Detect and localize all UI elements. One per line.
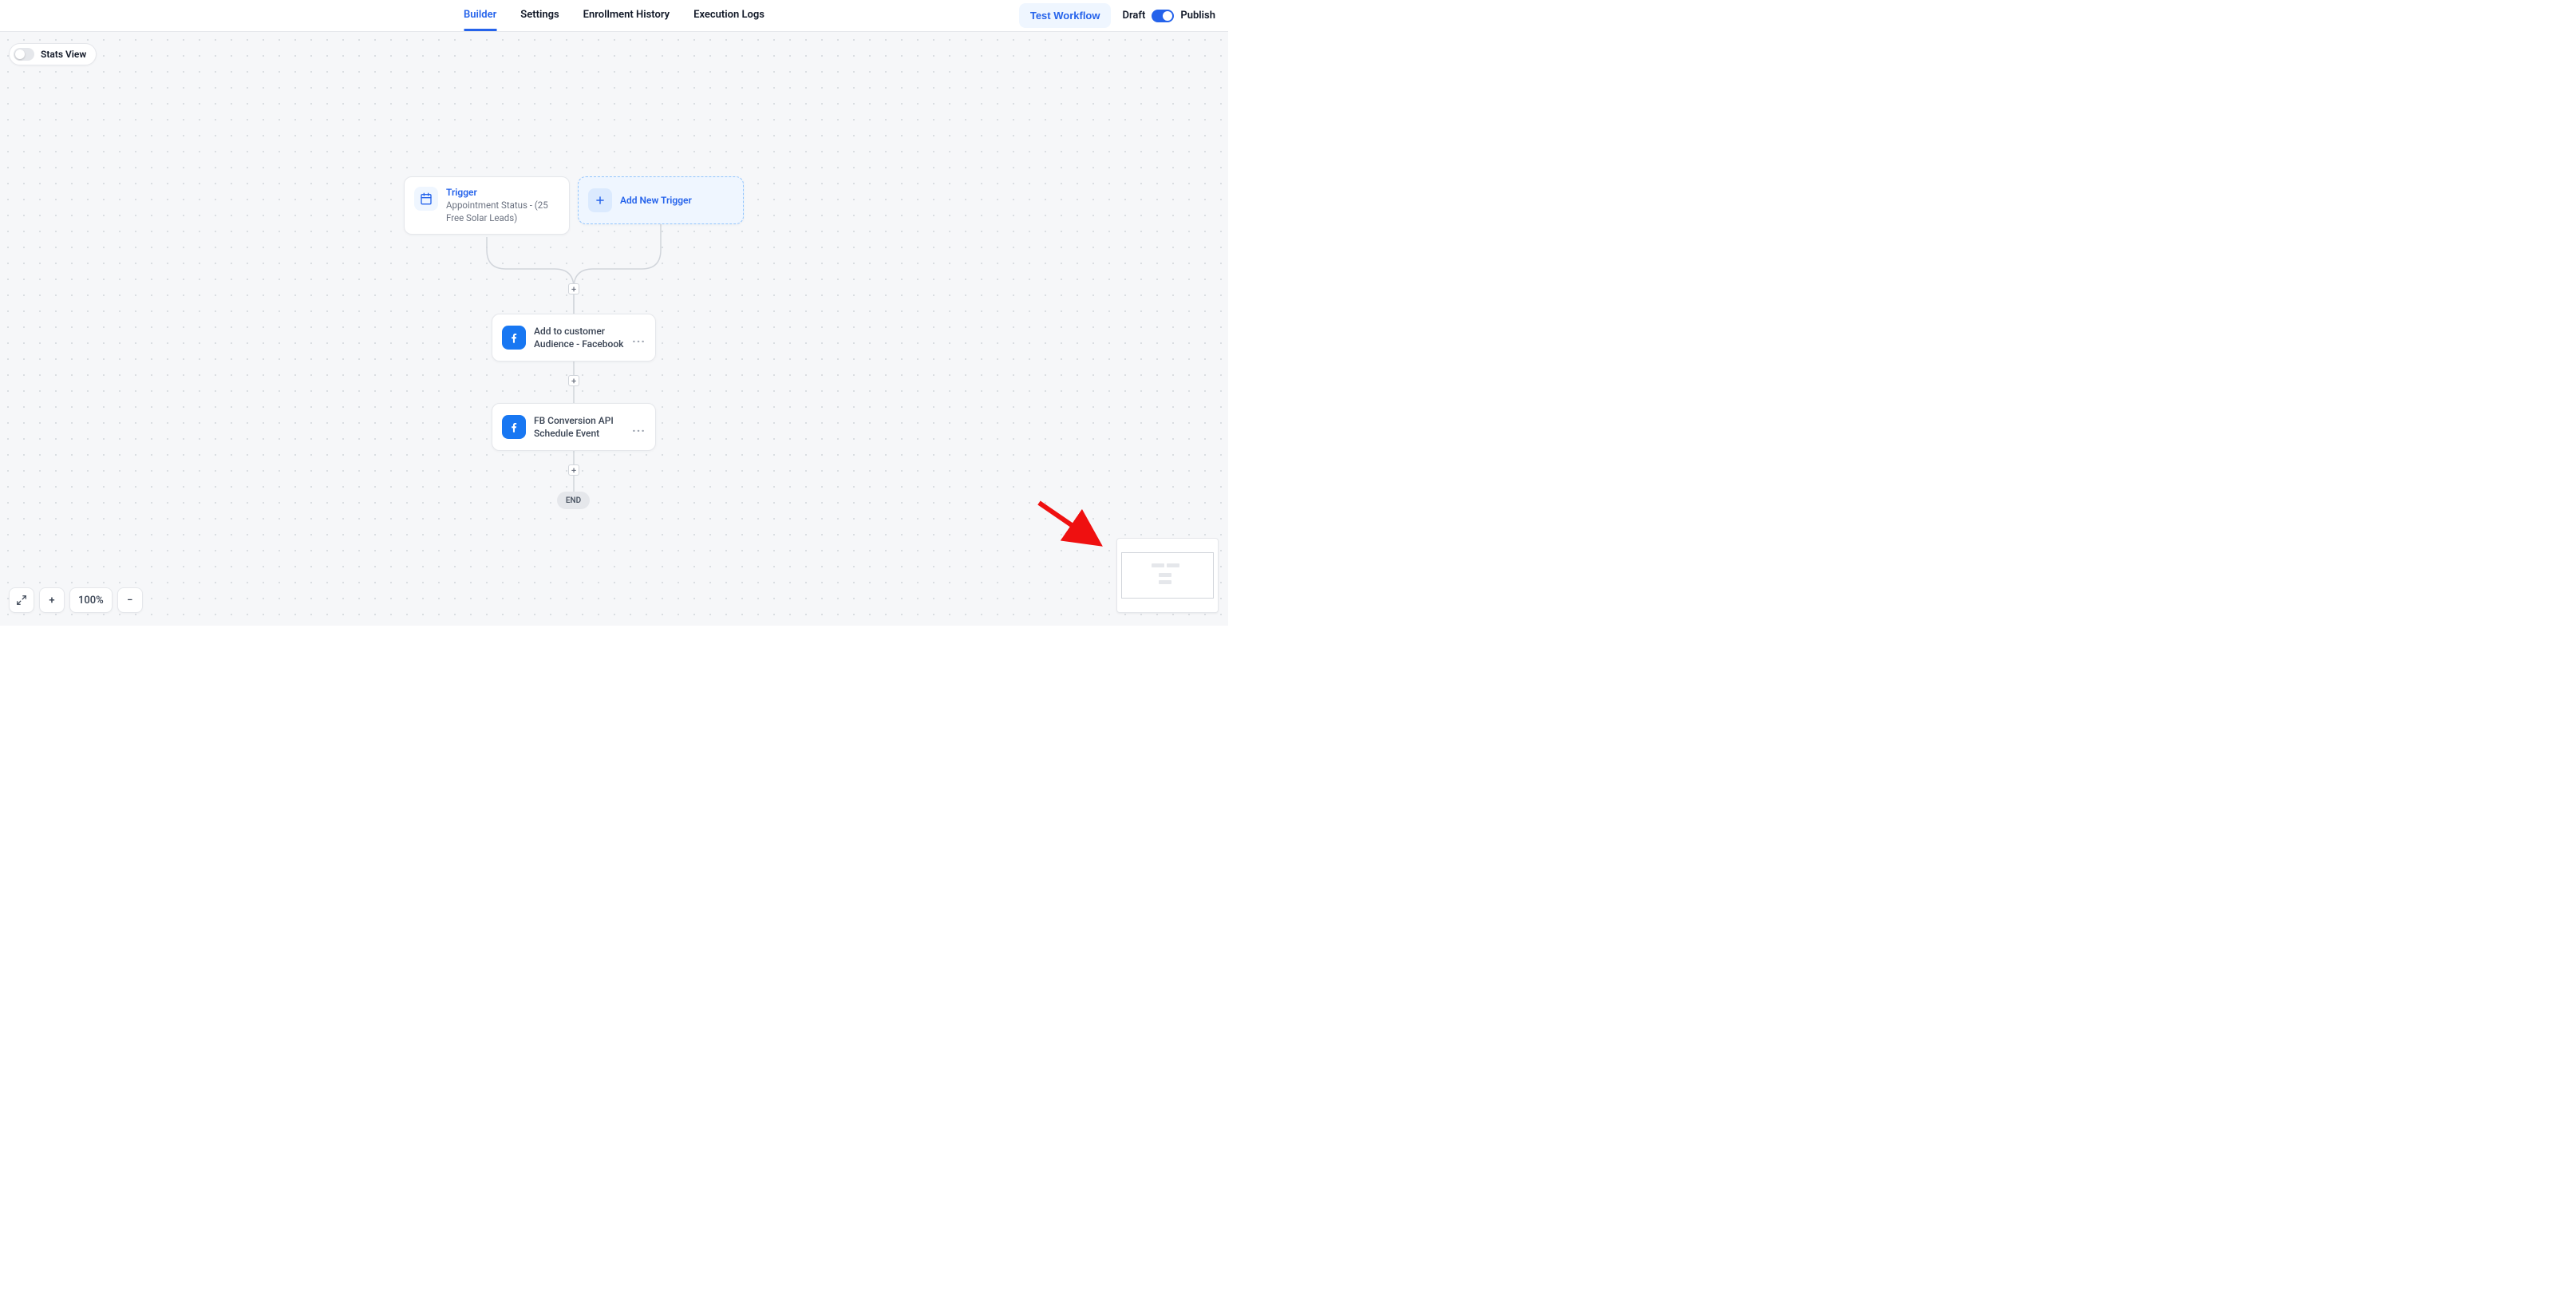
publish-toggle-group: Draft Publish: [1122, 10, 1215, 22]
minimap-node: [1159, 573, 1171, 577]
fit-view-button[interactable]: [9, 587, 34, 613]
trigger-node[interactable]: Trigger Appointment Status - (25 Free So…: [404, 176, 570, 235]
publish-label: Publish: [1180, 10, 1215, 22]
zoom-out-button[interactable]: −: [117, 587, 143, 613]
add-new-trigger-node[interactable]: Add New Trigger: [578, 176, 744, 224]
stats-view-label: Stats View: [41, 49, 86, 60]
topbar-right: Test Workflow Draft Publish: [1019, 3, 1215, 28]
action-node-fb-conversion[interactable]: FB Conversion API Schedule Event ...: [492, 403, 656, 451]
action-label: FB Conversion API Schedule Event: [534, 414, 624, 440]
stats-view-switch[interactable]: [14, 48, 34, 61]
draft-label: Draft: [1122, 10, 1145, 22]
action-node-facebook-audience[interactable]: Add to customer Audience - Facebook ...: [492, 314, 656, 362]
add-step-button-3[interactable]: +: [568, 464, 579, 476]
tab-settings[interactable]: Settings: [520, 0, 559, 31]
tab-builder[interactable]: Builder: [464, 0, 496, 31]
facebook-icon: [502, 326, 526, 350]
more-icon[interactable]: ...: [632, 330, 646, 346]
minimap-node: [1167, 563, 1179, 567]
stats-view-toggle[interactable]: Stats View: [9, 43, 97, 65]
end-node: END: [557, 492, 590, 509]
zoom-in-button[interactable]: +: [39, 587, 65, 613]
minimap-node: [1152, 563, 1164, 567]
plus-icon: [588, 188, 612, 212]
publish-toggle[interactable]: [1152, 10, 1174, 22]
more-icon[interactable]: ...: [632, 420, 646, 435]
nav-tabs: Builder Settings Enrollment History Exec…: [464, 0, 765, 31]
tab-enrollment-history[interactable]: Enrollment History: [583, 0, 670, 31]
minimap-node: [1159, 580, 1171, 584]
trigger-title: Trigger: [446, 187, 559, 198]
minimap[interactable]: [1116, 538, 1219, 613]
zoom-controls: + 100% −: [9, 587, 143, 613]
annotation-arrow: [1034, 498, 1114, 554]
add-step-button-1[interactable]: +: [568, 283, 579, 294]
workflow-canvas[interactable]: Stats View + + + Trigger Appointment Sta…: [0, 32, 1228, 626]
add-step-button-2[interactable]: +: [568, 375, 579, 386]
calendar-icon: [414, 187, 438, 211]
top-navbar: Builder Settings Enrollment History Exec…: [0, 0, 1228, 32]
zoom-level-label: 100%: [69, 587, 113, 613]
tab-execution-logs[interactable]: Execution Logs: [693, 0, 765, 31]
test-workflow-button[interactable]: Test Workflow: [1019, 3, 1112, 28]
trigger-subtitle: Appointment Status - (25 Free Solar Lead…: [446, 200, 559, 224]
facebook-icon: [502, 415, 526, 439]
add-trigger-label: Add New Trigger: [620, 195, 692, 206]
action-label: Add to customer Audience - Facebook: [534, 325, 624, 350]
